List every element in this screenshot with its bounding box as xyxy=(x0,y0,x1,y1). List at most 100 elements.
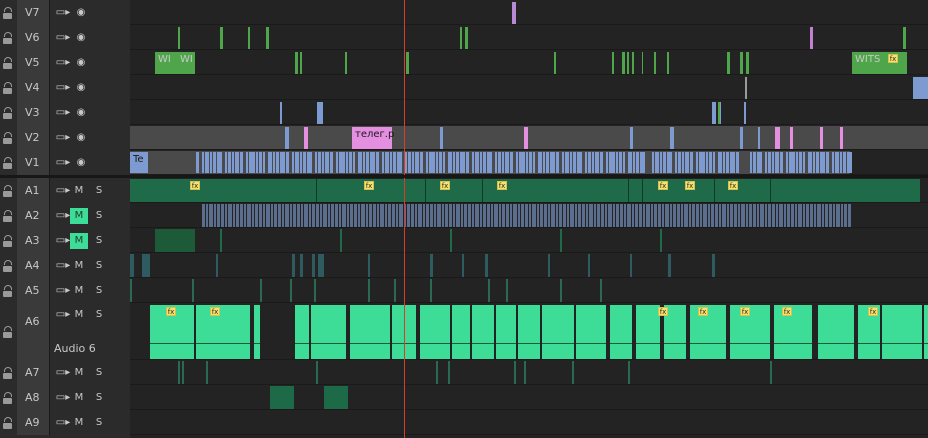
clip[interactable] xyxy=(730,152,735,173)
track-lane[interactable] xyxy=(130,228,928,253)
clip[interactable] xyxy=(719,204,721,227)
clip[interactable] xyxy=(318,254,324,277)
clip[interactable] xyxy=(643,204,645,227)
clip[interactable] xyxy=(652,152,654,173)
clip-audio[interactable] xyxy=(254,305,260,359)
clip[interactable] xyxy=(246,152,248,173)
clip[interactable] xyxy=(667,52,669,74)
clip[interactable] xyxy=(506,204,509,227)
clip[interactable] xyxy=(320,204,322,227)
clip[interactable] xyxy=(612,52,614,74)
clip[interactable] xyxy=(640,152,645,173)
clip[interactable] xyxy=(498,152,501,173)
clip[interactable] xyxy=(796,152,798,173)
clip[interactable] xyxy=(744,102,746,124)
clip[interactable] xyxy=(601,204,604,227)
clip[interactable] xyxy=(322,152,324,173)
clip[interactable] xyxy=(746,52,749,74)
clip[interactable] xyxy=(813,152,815,173)
clip[interactable] xyxy=(300,52,302,74)
lock-toggle[interactable] xyxy=(0,410,17,435)
clip[interactable] xyxy=(309,204,311,227)
clip[interactable] xyxy=(840,127,843,149)
track-target[interactable]: A1 xyxy=(17,178,49,203)
clip[interactable] xyxy=(575,204,577,227)
clip[interactable] xyxy=(385,152,389,173)
clip[interactable] xyxy=(795,204,797,227)
clip[interactable] xyxy=(627,52,629,74)
clip[interactable] xyxy=(740,127,743,149)
clip[interactable] xyxy=(236,204,239,227)
clip[interactable] xyxy=(449,204,452,227)
solo-button[interactable]: S xyxy=(90,233,108,249)
lock-toggle[interactable] xyxy=(0,303,17,360)
clip[interactable] xyxy=(228,152,231,173)
clip[interactable] xyxy=(708,204,710,227)
clip[interactable] xyxy=(765,204,767,227)
clip[interactable] xyxy=(345,52,347,74)
clip[interactable] xyxy=(554,52,556,74)
clip[interactable] xyxy=(443,152,445,173)
clip[interactable] xyxy=(312,204,315,227)
clip[interactable] xyxy=(624,204,626,227)
clip-audio[interactable] xyxy=(542,305,574,359)
clip[interactable] xyxy=(740,52,743,74)
clip[interactable] xyxy=(835,152,839,173)
clip[interactable] xyxy=(307,152,312,173)
clip[interactable] xyxy=(130,279,132,302)
lock-toggle[interactable] xyxy=(0,0,17,25)
clip[interactable] xyxy=(411,204,414,227)
clip[interactable] xyxy=(700,204,702,227)
clip[interactable] xyxy=(260,279,262,302)
solo-button[interactable]: S xyxy=(90,390,108,406)
clip[interactable] xyxy=(278,204,281,227)
clip[interactable] xyxy=(430,279,432,302)
clip[interactable] xyxy=(475,152,479,173)
clip[interactable] xyxy=(225,152,227,173)
clip[interactable] xyxy=(385,204,387,227)
clip-audio[interactable] xyxy=(882,305,922,359)
clip[interactable] xyxy=(361,204,365,227)
clip[interactable] xyxy=(903,27,906,49)
clip[interactable] xyxy=(314,279,316,302)
clip[interactable] xyxy=(660,229,662,252)
clip[interactable] xyxy=(285,204,289,227)
clip-audio[interactable] xyxy=(350,305,390,359)
clip[interactable] xyxy=(206,361,208,384)
clip[interactable] xyxy=(630,127,633,149)
clip[interactable] xyxy=(745,77,747,99)
clip[interactable] xyxy=(675,152,677,173)
clip[interactable] xyxy=(468,204,471,227)
clip-audio[interactable] xyxy=(730,305,770,359)
clip[interactable] xyxy=(723,152,725,173)
clip-audio[interactable] xyxy=(311,305,346,359)
clip[interactable] xyxy=(765,152,767,173)
clip[interactable] xyxy=(543,152,545,173)
clip[interactable] xyxy=(280,102,282,124)
clip[interactable] xyxy=(276,152,279,173)
clip[interactable] xyxy=(339,204,341,227)
clip[interactable] xyxy=(660,152,662,173)
solo-button[interactable]: S xyxy=(90,183,108,199)
clip[interactable]: WITS xyxy=(852,52,907,74)
clip[interactable] xyxy=(784,204,786,227)
clip[interactable] xyxy=(768,152,771,173)
clip[interactable] xyxy=(510,152,513,173)
clip[interactable] xyxy=(205,152,209,173)
clip-audio[interactable] xyxy=(576,305,606,359)
track-target[interactable]: A9 xyxy=(17,410,49,435)
clip[interactable] xyxy=(570,204,574,227)
clip[interactable] xyxy=(461,204,463,227)
clip[interactable] xyxy=(216,254,218,277)
mute-button[interactable]: M xyxy=(70,207,88,224)
sync-lock-icon[interactable]: ▭▸ xyxy=(52,105,74,121)
eye-icon[interactable]: ◉ xyxy=(72,130,90,146)
clip[interactable] xyxy=(588,254,590,277)
clip[interactable] xyxy=(439,152,442,173)
clip[interactable] xyxy=(390,152,392,173)
clip[interactable] xyxy=(499,204,501,227)
clip[interactable] xyxy=(397,152,402,173)
clip-audio[interactable] xyxy=(196,305,250,359)
clip[interactable] xyxy=(715,204,718,227)
clip[interactable] xyxy=(450,229,452,252)
